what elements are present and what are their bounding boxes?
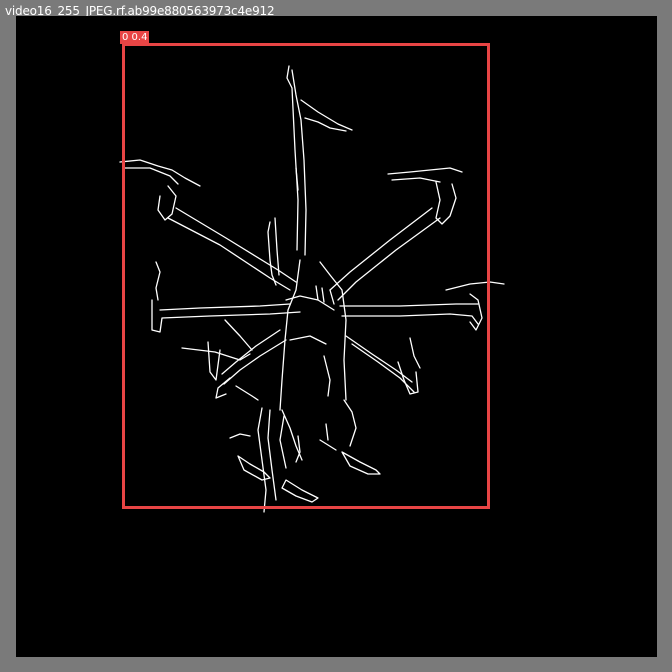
detection-label: 0 0.4 — [120, 31, 150, 44]
detection-bounding-box — [122, 43, 490, 509]
